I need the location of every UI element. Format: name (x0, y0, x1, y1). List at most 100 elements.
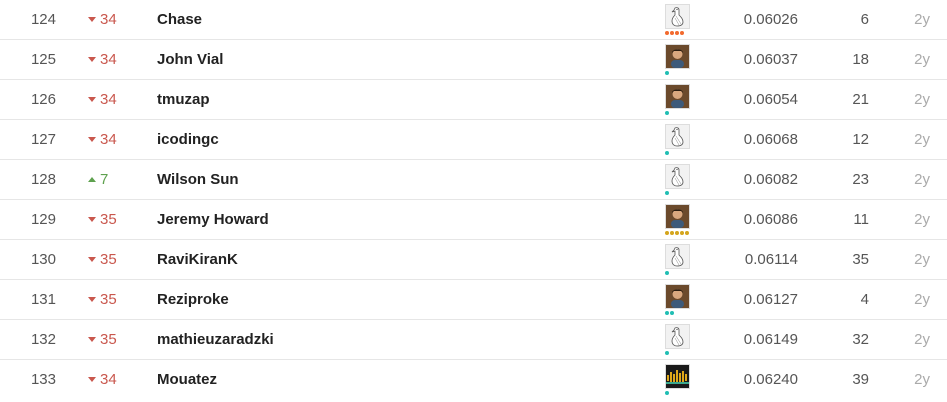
user-photo-icon (665, 44, 690, 69)
team-members-dots (665, 231, 689, 236)
rank-change: 34 (88, 360, 122, 400)
team-member-dot (665, 351, 669, 355)
score: 0.06026 (743, 11, 798, 28)
team-member-dot (680, 231, 684, 235)
rank-change-arrow-icon (88, 136, 96, 142)
rank: 131 (30, 291, 56, 308)
leaderboard-row: 125 34 John Vial 0.06037 18 2y (0, 40, 947, 80)
rank-change-arrow-icon (88, 96, 96, 102)
goose-icon (665, 124, 690, 149)
team-members-dots (665, 151, 669, 156)
rank-change: 35 (88, 320, 122, 360)
team-name-link[interactable]: mathieuzaradzki (157, 320, 637, 360)
last-submission: 2y (914, 211, 930, 228)
rank: 127 (30, 131, 56, 148)
team-name-link[interactable]: John Vial (157, 40, 637, 80)
rank-change-value: 35 (100, 211, 117, 228)
rank: 133 (30, 371, 56, 388)
last-submission: 2y (914, 171, 930, 188)
team-member-dot (665, 71, 669, 75)
last-submission: 2y (914, 91, 930, 108)
team-member-dot (685, 231, 689, 235)
entries-count: 4 (860, 291, 869, 308)
entries-count: 11 (853, 211, 869, 228)
rank: 124 (30, 11, 56, 28)
waveform-image-icon (665, 364, 690, 389)
team-name-link[interactable]: tmuzap (157, 80, 637, 120)
rank-change: 35 (88, 280, 122, 320)
rank-change-arrow-icon (88, 216, 96, 222)
rank-change-value: 34 (100, 51, 117, 68)
team-member-dot (665, 111, 669, 115)
rank-change: 34 (88, 120, 122, 160)
team-avatar[interactable] (665, 84, 691, 116)
entries-count: 12 (852, 131, 869, 148)
last-submission: 2y (914, 371, 930, 388)
rank-change-value: 34 (100, 131, 117, 148)
score: 0.06068 (743, 131, 798, 148)
rank-change-arrow-icon (88, 256, 96, 262)
team-member-dot (665, 391, 669, 395)
team-name-link[interactable]: Wilson Sun (157, 160, 637, 200)
team-avatar[interactable] (665, 244, 691, 276)
team-member-dot (680, 31, 684, 35)
rank-change-value: 35 (100, 331, 117, 348)
team-member-dot (670, 311, 674, 315)
leaderboard-row: 132 35 mathieuzaradzki 0.06149 32 2y (0, 320, 947, 360)
rank-change-value: 35 (100, 251, 117, 268)
rank-change-arrow-icon (88, 336, 96, 342)
team-name-link[interactable]: Chase (157, 0, 637, 40)
goose-icon (665, 244, 690, 269)
team-avatar[interactable] (665, 44, 691, 76)
team-avatar[interactable] (665, 364, 691, 396)
rank-change-value: 34 (100, 371, 117, 388)
rank-change-arrow-icon (88, 16, 96, 22)
goose-icon (665, 164, 690, 189)
user-photo-icon (665, 84, 690, 109)
leaderboard-row: 126 34 tmuzap 0.06054 21 2y (0, 80, 947, 120)
rank-change: 7 (88, 160, 122, 200)
team-avatar[interactable] (665, 4, 691, 36)
rank: 128 (30, 171, 56, 188)
user-photo-icon (665, 204, 690, 229)
rank-change: 34 (88, 80, 122, 120)
team-name-link[interactable]: RaviKiranK (157, 240, 637, 280)
team-name-link[interactable]: icodingc (157, 120, 637, 160)
team-name-link[interactable]: Jeremy Howard (157, 200, 637, 240)
entries-count: 18 (852, 51, 869, 68)
team-member-dot (665, 191, 669, 195)
team-name-link[interactable]: Mouatez (157, 360, 637, 400)
rank: 126 (30, 91, 56, 108)
team-member-dot (675, 231, 679, 235)
team-members-dots (665, 31, 684, 36)
team-avatar[interactable] (665, 124, 691, 156)
rank-change: 34 (88, 0, 122, 40)
rank-change-arrow-icon (88, 376, 96, 382)
last-submission: 2y (914, 131, 930, 148)
entries-count: 35 (852, 251, 869, 268)
leaderboard-row: 131 35 Reziproke 0.06127 4 2y (0, 280, 947, 320)
leaderboard-row: 133 34 Mouatez 0.06240 39 2y (0, 360, 947, 400)
user-photo-icon (665, 284, 690, 309)
rank: 129 (30, 211, 56, 228)
rank: 125 (30, 51, 56, 68)
goose-icon (665, 4, 690, 29)
team-members-dots (665, 351, 669, 356)
team-avatar[interactable] (665, 284, 691, 316)
last-submission: 2y (914, 11, 930, 28)
team-name-link[interactable]: Reziproke (157, 280, 637, 320)
last-submission: 2y (914, 331, 930, 348)
entries-count: 6 (860, 11, 869, 28)
team-avatar[interactable] (665, 204, 691, 236)
team-member-dot (665, 271, 669, 275)
rank-change-value: 34 (100, 11, 117, 28)
score: 0.06127 (743, 291, 798, 308)
leaderboard-row: 127 34 icodingc 0.06068 12 2y (0, 120, 947, 160)
leaderboard: 124 34 Chase 0.06026 6 2y 125 34 John Vi… (0, 0, 947, 400)
entries-count: 32 (852, 331, 869, 348)
score: 0.06086 (743, 211, 798, 228)
team-member-dot (665, 151, 669, 155)
team-avatar[interactable] (665, 164, 691, 196)
team-avatar[interactable] (665, 324, 691, 356)
rank-change-value: 35 (100, 291, 117, 308)
